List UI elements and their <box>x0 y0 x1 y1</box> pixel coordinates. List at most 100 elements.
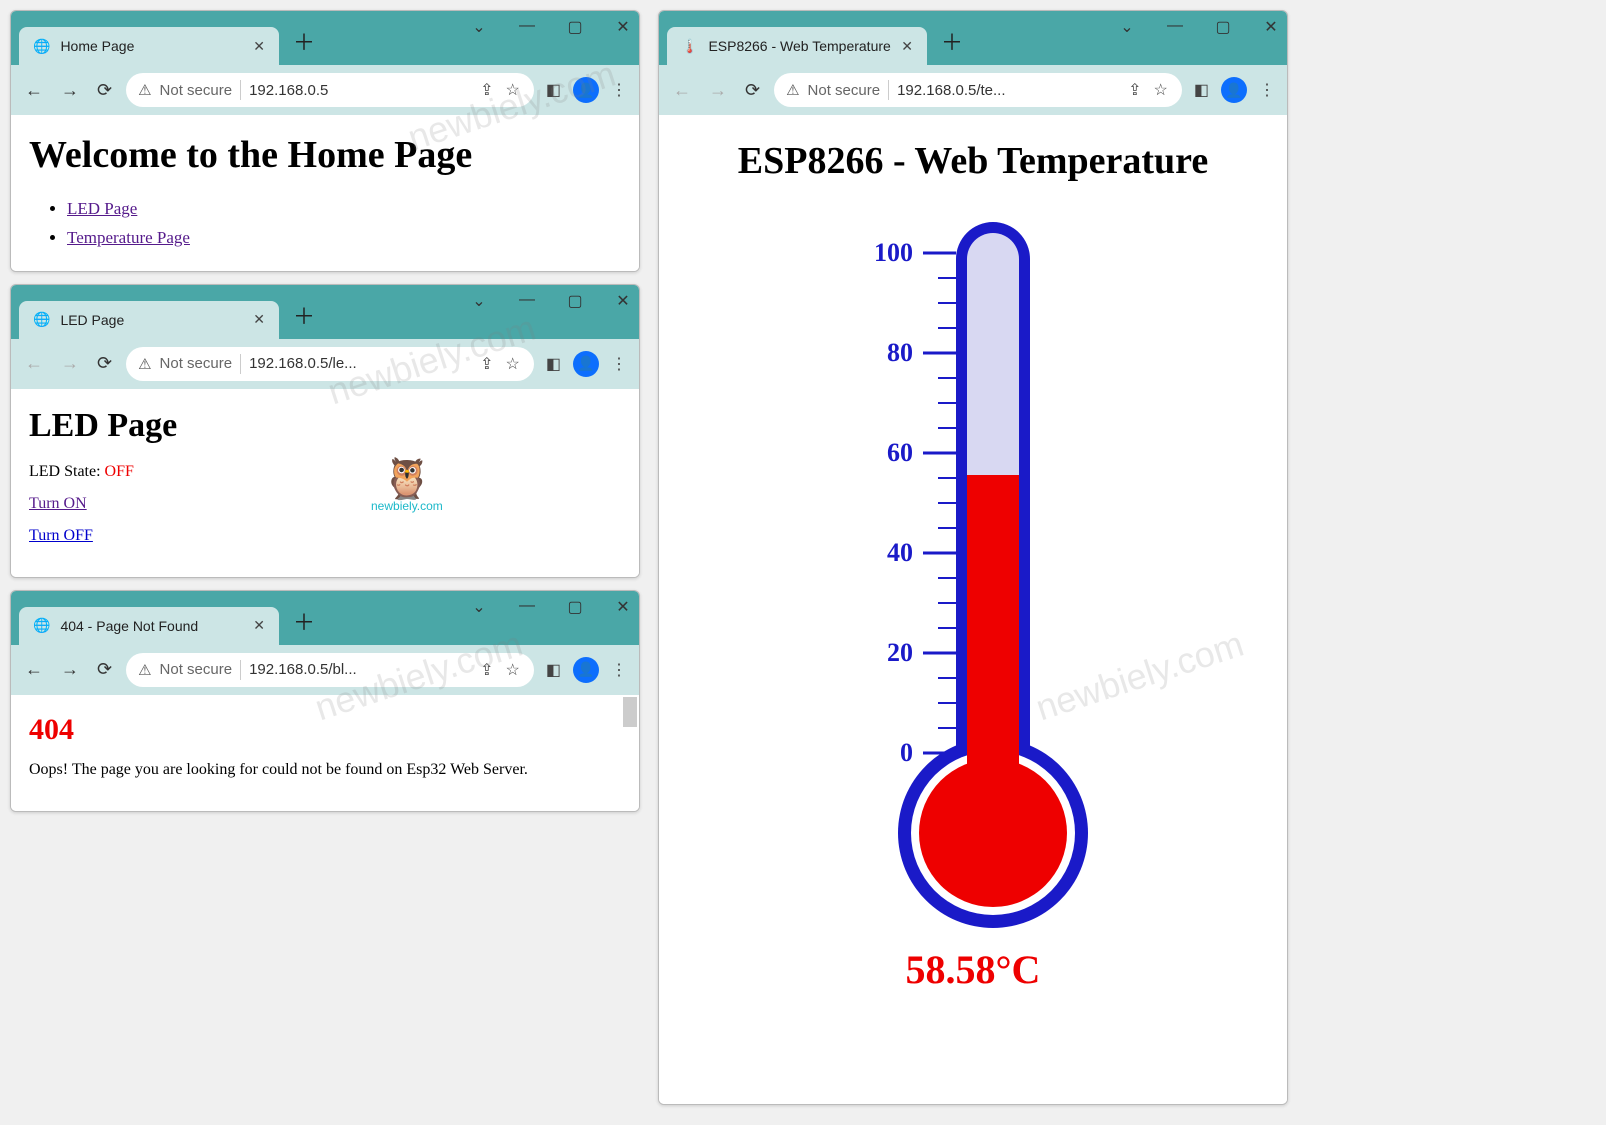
tab-title: LED Page <box>60 312 124 328</box>
thermometer: 100 80 60 40 20 0 58.58°C <box>813 213 1133 993</box>
temperature-value: 58.58°C <box>813 946 1133 993</box>
maximize-button[interactable]: ▢ <box>565 17 585 37</box>
toolbar: ← → ⟳ ⚠ Not secure 192.168.0.5/bl... ⇪ ☆… <box>11 645 639 695</box>
list-item: LED Page <box>67 195 621 224</box>
address-bar[interactable]: ⚠ Not secure 192.168.0.5/te... ⇪ ☆ <box>774 73 1182 107</box>
forward-button[interactable]: → <box>705 76 731 105</box>
tab-close-icon[interactable]: ✕ <box>901 38 913 55</box>
reload-button[interactable]: ⟳ <box>741 76 764 105</box>
maximize-button[interactable]: ▢ <box>565 597 585 617</box>
toolbar: ← → ⟳ ⚠ Not secure 192.168.0.5/le... ⇪ ☆… <box>11 339 639 389</box>
minimize-button[interactable]: — <box>517 17 537 37</box>
maximize-button[interactable]: ▢ <box>565 291 585 311</box>
new-tab-button[interactable]: ＋ <box>293 299 315 331</box>
address-bar[interactable]: ⚠ Not secure 192.168.0.5/bl... ⇪ ☆ <box>126 653 534 687</box>
tab-close-icon[interactable]: ✕ <box>253 311 265 328</box>
extensions-icon[interactable]: ◧ <box>544 78 563 102</box>
page-heading: Welcome to the Home Page <box>29 133 621 177</box>
caret-icon: ⌄ <box>1117 17 1137 37</box>
close-button[interactable]: ✕ <box>613 597 633 617</box>
back-button[interactable]: ← <box>669 76 695 105</box>
new-tab-button[interactable]: ＋ <box>293 25 315 57</box>
page-content: newbiely.com Welcome to the Home Page LE… <box>11 115 639 271</box>
address-bar[interactable]: ⚠ Not secure 192.168.0.5/le... ⇪ ☆ <box>126 347 534 381</box>
caret-icon: ⌄ <box>469 17 489 37</box>
browser-tab[interactable]: 🌡️ ESP8266 - Web Temperature ✕ <box>667 27 927 65</box>
warning-icon: ⚠ <box>138 661 151 679</box>
back-button[interactable]: ← <box>21 349 47 378</box>
share-icon[interactable]: ⇪ <box>478 658 495 682</box>
minimize-button[interactable]: — <box>517 291 537 311</box>
scrollbar[interactable] <box>623 697 637 727</box>
close-button[interactable]: ✕ <box>613 291 633 311</box>
globe-icon: 🌐 <box>33 311 50 328</box>
tab-title: ESP8266 - Web Temperature <box>708 38 890 54</box>
divider <box>888 80 889 100</box>
titlebar: ⌄ — ▢ ✕ 🌐 404 - Page Not Found ✕ ＋ <box>11 591 639 645</box>
back-button[interactable]: ← <box>21 76 47 105</box>
forward-button[interactable]: → <box>57 349 83 378</box>
new-tab-button[interactable]: ＋ <box>941 25 963 57</box>
forward-button[interactable]: → <box>57 76 83 105</box>
star-icon[interactable]: ☆ <box>1152 78 1170 102</box>
extensions-icon[interactable]: ◧ <box>544 658 563 682</box>
browser-tab[interactable]: 🌐 LED Page ✕ <box>19 301 279 339</box>
extensions-icon[interactable]: ◧ <box>1192 78 1211 102</box>
star-icon[interactable]: ☆ <box>504 78 522 102</box>
url-text: 192.168.0.5/te... <box>897 82 1118 99</box>
url-text: 192.168.0.5 <box>249 82 470 99</box>
new-tab-button[interactable]: ＋ <box>293 605 315 637</box>
browser-window-led: ⌄ — ▢ ✕ 🌐 LED Page ✕ ＋ ← → ⟳ ⚠ Not secur… <box>10 284 640 578</box>
close-button[interactable]: ✕ <box>1261 17 1281 37</box>
tab-close-icon[interactable]: ✕ <box>253 38 265 55</box>
close-button[interactable]: ✕ <box>613 17 633 37</box>
back-button[interactable]: ← <box>21 655 47 684</box>
menu-icon[interactable]: ⋮ <box>1257 78 1277 102</box>
maximize-button[interactable]: ▢ <box>1213 17 1233 37</box>
forward-button[interactable]: → <box>57 655 83 684</box>
menu-icon[interactable]: ⋮ <box>609 78 629 102</box>
owl-icon: 🦉 <box>371 459 443 499</box>
page-icon: 🌡️ <box>681 38 698 55</box>
reload-button[interactable]: ⟳ <box>93 76 116 105</box>
toolbar: ← → ⟳ ⚠ Not secure 192.168.0.5/te... ⇪ ☆… <box>659 65 1287 115</box>
reload-button[interactable]: ⟳ <box>93 655 116 684</box>
share-icon[interactable]: ⇪ <box>1126 78 1143 102</box>
browser-tab[interactable]: 🌐 404 - Page Not Found ✕ <box>19 607 279 645</box>
star-icon[interactable]: ☆ <box>504 352 522 376</box>
profile-avatar[interactable]: 👤 <box>573 657 599 683</box>
titlebar: ⌄ — ▢ ✕ 🌐 LED Page ✕ ＋ <box>11 285 639 339</box>
logo-label: newbiely.com <box>371 499 443 513</box>
warning-icon: ⚠ <box>138 81 151 99</box>
tab-title: Home Page <box>60 38 134 54</box>
caret-icon: ⌄ <box>469 597 489 617</box>
tab-close-icon[interactable]: ✕ <box>253 617 265 634</box>
titlebar: ⌄ — ▢ ✕ 🌡️ ESP8266 - Web Temperature ✕ ＋ <box>659 11 1287 65</box>
link-temperature-page[interactable]: Temperature Page <box>67 228 190 247</box>
page-content: newbiely.com ESP8266 - Web Temperature <box>659 115 1287 1104</box>
reload-button[interactable]: ⟳ <box>93 349 116 378</box>
address-bar[interactable]: ⚠ Not secure 192.168.0.5 ⇪ ☆ <box>126 73 534 107</box>
star-icon[interactable]: ☆ <box>504 658 522 682</box>
profile-avatar[interactable]: 👤 <box>573 77 599 103</box>
list-item: Temperature Page <box>67 224 621 253</box>
link-turn-on[interactable]: Turn ON <box>29 495 621 513</box>
security-label: Not secure <box>160 661 233 678</box>
share-icon[interactable]: ⇪ <box>478 352 495 376</box>
menu-icon[interactable]: ⋮ <box>609 352 629 376</box>
minimize-button[interactable]: — <box>517 597 537 617</box>
profile-avatar[interactable]: 👤 <box>573 351 599 377</box>
minimize-button[interactable]: — <box>1165 17 1185 37</box>
menu-icon[interactable]: ⋮ <box>609 658 629 682</box>
browser-tab[interactable]: 🌐 Home Page ✕ <box>19 27 279 65</box>
error-body: Oops! The page you are looking for could… <box>29 761 621 779</box>
warning-icon: ⚠ <box>138 355 151 373</box>
profile-avatar[interactable]: 👤 <box>1221 77 1247 103</box>
link-turn-off[interactable]: Turn OFF <box>29 527 621 545</box>
divider <box>240 354 241 374</box>
scale-label: 40 <box>887 538 913 567</box>
globe-icon: 🌐 <box>33 617 50 634</box>
share-icon[interactable]: ⇪ <box>478 78 495 102</box>
extensions-icon[interactable]: ◧ <box>544 352 563 376</box>
link-led-page[interactable]: LED Page <box>67 199 137 218</box>
